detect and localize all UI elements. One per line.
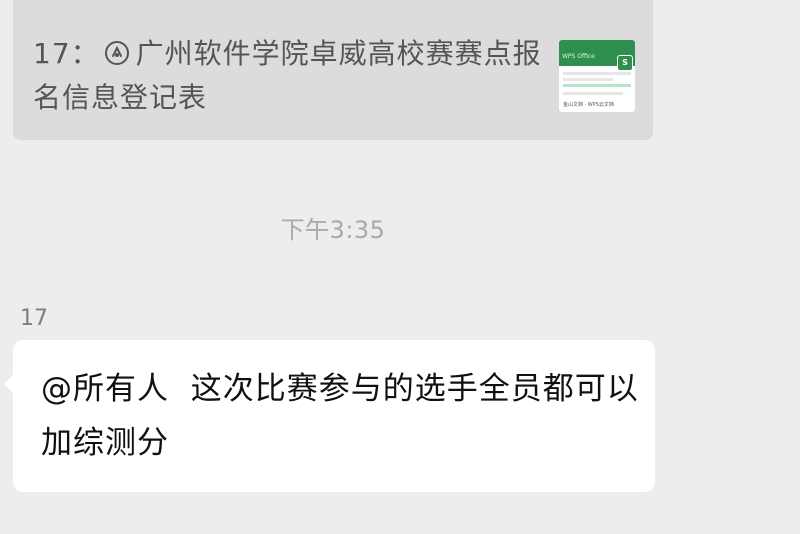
sender-name: 17 xyxy=(20,306,48,331)
thumbnail-green-bar xyxy=(563,84,631,87)
thumbnail-footer: 金山文档 · WPS云文档 xyxy=(563,102,614,108)
message-text: @所有人 这次比赛参与的选手全员都可以加综测分 xyxy=(41,371,639,461)
quoted-message-card[interactable]: 17： 广州软件学院卓威高校赛赛点报名信息登记表 WPS Office S 金山文… xyxy=(13,0,653,140)
quoted-sender-prefix: 17： xyxy=(33,37,100,70)
quoted-message-text-block: 17： 广州软件学院卓威高校赛赛点报名信息登记表 xyxy=(33,32,553,120)
thumbnail-line xyxy=(563,72,631,75)
wps-sheet-icon: S xyxy=(617,55,633,71)
message-timestamp: 下午3:35 xyxy=(280,216,386,244)
mini-program-link-icon xyxy=(104,35,130,65)
thumbnail-line xyxy=(563,92,623,95)
thumbnail-app-name: WPS Office xyxy=(562,53,595,60)
message-bubble[interactable]: @所有人 这次比赛参与的选手全员都可以加综测分 xyxy=(13,340,655,492)
thumbnail-line xyxy=(563,78,613,81)
wps-document-thumbnail[interactable]: WPS Office S 金山文档 · WPS云文档 xyxy=(559,40,635,112)
